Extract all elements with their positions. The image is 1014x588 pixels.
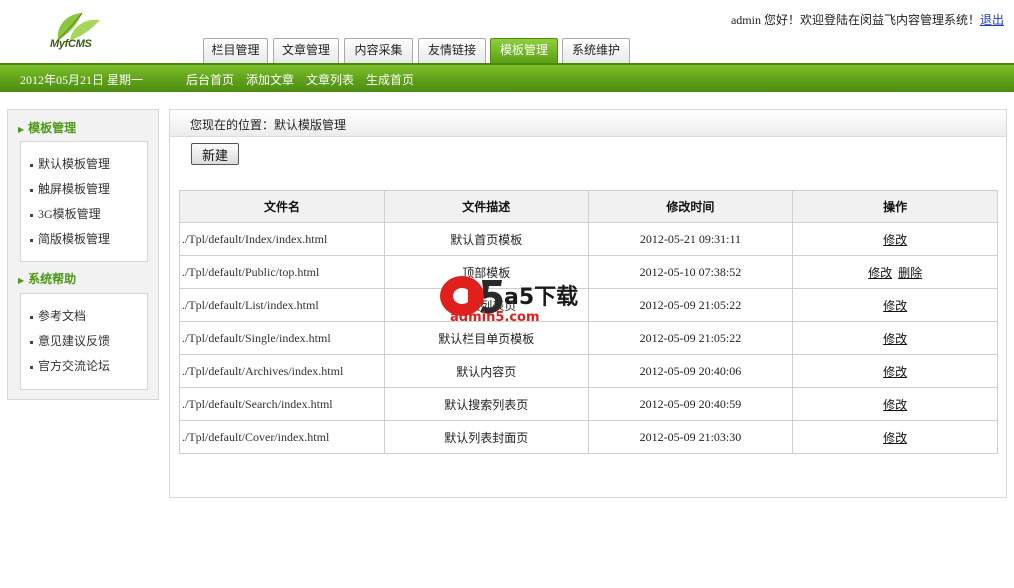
file-description: 默认内容页 — [383, 354, 589, 388]
sidebar-item-forum[interactable]: 官方交流论坛 — [30, 357, 110, 374]
top-nav-bar: 2012年05月21日 星期一 后台首页 添加文章 文章列表 生成首页 — [0, 63, 1014, 92]
bullet-icon — [30, 238, 33, 242]
sidebar-menu-templates: 默认模板管理 触屏模板管理 3G模板管理 简版模板管理 — [20, 141, 148, 262]
column-header-description: 文件描述 — [383, 190, 589, 223]
edit-link[interactable]: 修改 — [883, 431, 907, 445]
bullet-icon — [30, 365, 33, 369]
quick-link-add-article[interactable]: 添加文章 — [246, 73, 294, 87]
main-panel: 您现在的位置：默认模版管理 新建 文件名 文件描述 修改时间 操作 ./Tpl/… — [169, 109, 1007, 498]
file-path: ./Tpl/default/Public/top.html — [179, 255, 385, 289]
file-description: 默认栏目单页模板 — [383, 321, 589, 355]
sidebar-section-title: ▶ 系统帮助 — [18, 272, 77, 286]
file-description: 顶部模板 — [383, 255, 589, 289]
tab-friend-links[interactable]: 友情链接 — [418, 38, 486, 63]
table-row: ./Tpl/default/Cover/index.html 默认列表封面页 2… — [179, 420, 998, 454]
quick-link-generate-home[interactable]: 生成首页 — [366, 73, 414, 87]
file-modified-time: 2012-05-09 21:03:30 — [587, 420, 794, 454]
file-path: ./Tpl/default/Single/index.html — [179, 321, 385, 355]
row-actions: 修改 — [792, 420, 998, 454]
bullet-icon — [30, 163, 33, 167]
file-modified-time: 2012-05-09 20:40:59 — [587, 387, 794, 421]
file-description: 默认搜索列表页 — [383, 387, 589, 421]
file-modified-time: 2012-05-10 07:38:52 — [587, 255, 794, 289]
file-path: ./Tpl/default/Index/index.html — [179, 222, 385, 256]
tab-system-maintenance[interactable]: 系统维护 — [562, 38, 630, 63]
edit-link[interactable]: 修改 — [883, 332, 907, 346]
edit-link[interactable]: 修改 — [868, 266, 892, 280]
edit-link[interactable]: 修改 — [883, 398, 907, 412]
welcome-message: admin 您好！欢迎登陆在闵益飞内容管理系统！退出 — [731, 11, 1004, 28]
breadcrumb-text: 您现在的位置：默认模版管理 — [190, 118, 347, 132]
column-header-modified: 修改时间 — [587, 190, 794, 223]
bullet-icon — [30, 340, 33, 344]
tab-column-manage[interactable]: 栏目管理 — [203, 38, 268, 63]
sidebar-item-default-template[interactable]: 默认模板管理 — [30, 155, 110, 172]
sidebar-item-lite-template[interactable]: 简版模板管理 — [30, 230, 110, 247]
file-modified-time: 2012-05-09 21:05:22 — [587, 288, 794, 322]
tab-article-manage[interactable]: 文章管理 — [273, 38, 339, 63]
bullet-icon — [30, 188, 33, 192]
tab-template-manage[interactable]: 模板管理 — [490, 38, 558, 63]
row-actions: 修改 删除 — [792, 255, 998, 289]
table-row: ./Tpl/default/Archives/index.html 默认内容页 … — [179, 354, 998, 388]
file-description: 默认列表封面页 — [383, 420, 589, 454]
row-actions: 修改 — [792, 387, 998, 421]
edit-link[interactable]: 修改 — [883, 299, 907, 313]
table-row: ./Tpl/default/Index/index.html 默认首页模板 20… — [179, 222, 998, 256]
file-description: 默认首页模板 — [383, 222, 589, 256]
logo — [48, 10, 108, 58]
quick-link-dashboard[interactable]: 后台首页 — [186, 73, 234, 87]
row-actions: 修改 — [792, 222, 998, 256]
bullet-icon — [30, 213, 33, 217]
file-description: 默认列表页 — [383, 288, 589, 322]
sidebar-item-feedback[interactable]: 意见建议反馈 — [30, 332, 110, 349]
row-actions: 修改 — [792, 321, 998, 355]
table-row: ./Tpl/default/List/index.html 默认列表页 2012… — [179, 288, 998, 322]
logout-link[interactable]: 退出 — [980, 13, 1004, 27]
quick-links: 后台首页 添加文章 文章列表 生成首页 — [186, 71, 423, 88]
username: admin — [730, 13, 761, 27]
triangle-right-icon: ▶ — [18, 276, 25, 285]
delete-link[interactable]: 删除 — [898, 266, 922, 280]
file-modified-time: 2012-05-09 20:40:06 — [587, 354, 794, 388]
table-header-row: 文件名 文件描述 修改时间 操作 — [179, 190, 998, 223]
edit-link[interactable]: 修改 — [883, 365, 907, 379]
sidebar-section-title: ▶ 模板管理 — [18, 121, 77, 135]
sidebar: ▶ 模板管理 默认模板管理 触屏模板管理 3G模板管理 简版模板管理 ▶ 系统帮助 … — [7, 109, 159, 400]
triangle-right-icon: ▶ — [18, 125, 25, 134]
sidebar-item-3g-template[interactable]: 3G模板管理 — [30, 205, 101, 222]
bullet-icon — [30, 315, 33, 319]
quick-link-article-list[interactable]: 文章列表 — [306, 73, 354, 87]
logo-text: MyfCMS — [50, 38, 92, 50]
table-row: ./Tpl/default/Public/top.html 顶部模板 2012-… — [179, 255, 998, 289]
breadcrumb: 您现在的位置：默认模版管理 — [170, 110, 1006, 137]
file-path: ./Tpl/default/Search/index.html — [179, 387, 385, 421]
file-path: ./Tpl/default/Cover/index.html — [179, 420, 385, 454]
sidebar-item-touch-template[interactable]: 触屏模板管理 — [30, 180, 110, 197]
tab-content-collect[interactable]: 内容采集 — [344, 38, 413, 63]
welcome-text: 您好！欢迎登陆在闵益飞内容管理系统！ — [763, 13, 980, 27]
column-header-filename: 文件名 — [179, 190, 385, 223]
file-modified-time: 2012-05-21 09:31:11 — [587, 222, 794, 256]
sidebar-item-docs[interactable]: 参考文档 — [30, 307, 86, 324]
table-row: ./Tpl/default/Single/index.html 默认栏目单页模板… — [179, 321, 998, 355]
row-actions: 修改 — [792, 288, 998, 322]
column-header-actions: 操作 — [792, 190, 998, 223]
current-date: 2012年05月21日 星期一 — [20, 73, 144, 87]
table-row: ./Tpl/default/Search/index.html 默认搜索列表页 … — [179, 387, 998, 421]
edit-link[interactable]: 修改 — [883, 233, 907, 247]
sidebar-menu-help: 参考文档 意见建议反馈 官方交流论坛 — [20, 293, 148, 390]
row-actions: 修改 — [792, 354, 998, 388]
file-path: ./Tpl/default/List/index.html — [179, 288, 385, 322]
template-table: 文件名 文件描述 修改时间 操作 ./Tpl/default/Index/ind… — [179, 190, 998, 454]
new-template-button[interactable]: 新建 — [191, 143, 239, 165]
file-modified-time: 2012-05-09 21:05:22 — [587, 321, 794, 355]
file-path: ./Tpl/default/Archives/index.html — [179, 354, 385, 388]
